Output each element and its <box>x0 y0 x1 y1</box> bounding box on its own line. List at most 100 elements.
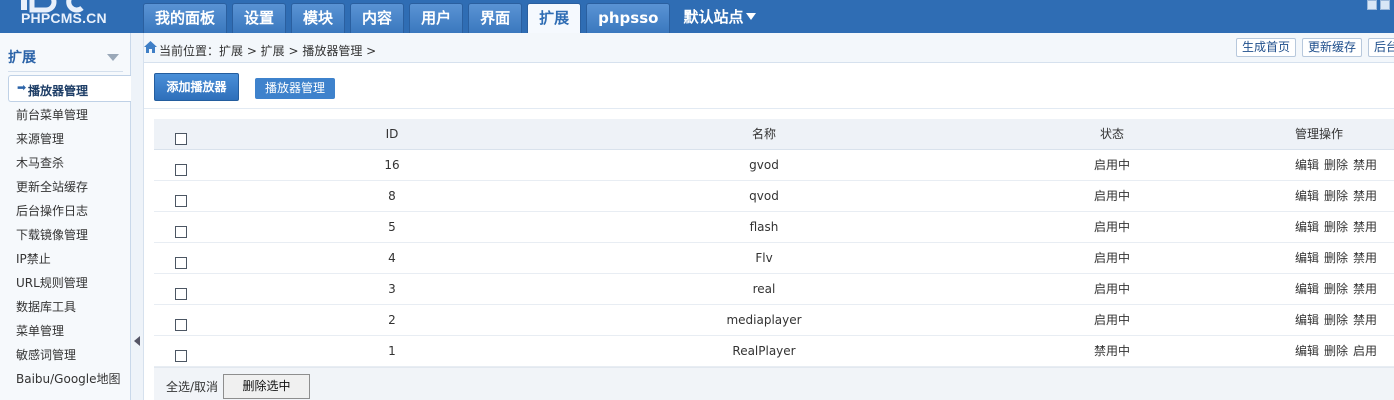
column-header-name: 名称 <box>751 127 777 141</box>
table-row: 4 Flv 启用中 编辑 删除 禁用 <box>154 243 1394 274</box>
add-player-button[interactable]: 添加播放器 <box>154 73 239 101</box>
delete-link[interactable]: 删除 <box>1324 251 1348 265</box>
row-status: 启用中 <box>1093 251 1131 265</box>
table-footer: 全选/取消 删除选中 <box>154 367 1394 400</box>
player-management-button[interactable]: 播放器管理 <box>255 78 335 99</box>
table-row: 5 flash 启用中 编辑 删除 禁用 <box>154 212 1394 243</box>
tab-phpsso[interactable]: phpsso <box>586 3 671 33</box>
breadcrumb-bar: 当前位置：扩展 > 扩展 > 播放器管理 > 生成首页 更新缓存 后台 <box>144 33 1394 63</box>
toggle-link[interactable]: 禁用 <box>1353 220 1377 234</box>
select-all-toggle[interactable]: 全选/取消 <box>166 378 218 395</box>
sidebar-item-download-mirror[interactable]: 下载镜像管理 <box>16 227 121 251</box>
row-checkbox[interactable] <box>175 350 187 362</box>
sidebar-item-trojan-scan[interactable]: 木马查杀 <box>16 155 121 179</box>
row-status: 启用中 <box>1093 158 1131 172</box>
sidebar-divider <box>8 71 123 72</box>
sidebar-collapse-strip[interactable] <box>131 33 144 400</box>
toggle-link[interactable]: 禁用 <box>1353 282 1377 296</box>
row-checkbox[interactable] <box>175 257 187 269</box>
home-icon <box>144 41 157 53</box>
row-name: Flv <box>755 251 773 265</box>
toggle-link[interactable]: 禁用 <box>1353 313 1377 327</box>
row-id: 3 <box>388 282 396 296</box>
main-content: 当前位置：扩展 > 扩展 > 播放器管理 > 生成首页 更新缓存 后台 添加播放… <box>144 33 1394 400</box>
edit-link[interactable]: 编辑 <box>1295 344 1319 358</box>
backend-button[interactable]: 后台 <box>1368 38 1394 57</box>
update-cache-button[interactable]: 更新缓存 <box>1302 38 1363 57</box>
row-name: qvod <box>749 189 779 203</box>
tab-my-panel[interactable]: 我的面板 <box>143 3 228 33</box>
edit-link[interactable]: 编辑 <box>1295 158 1319 172</box>
chevron-down-icon <box>746 13 757 20</box>
row-status: 启用中 <box>1093 189 1131 203</box>
select-all-checkbox[interactable] <box>175 133 187 145</box>
delete-link[interactable]: 删除 <box>1324 344 1348 358</box>
tab-content[interactable]: 内容 <box>350 3 405 33</box>
collapse-left-icon[interactable] <box>134 336 140 346</box>
delete-link[interactable]: 删除 <box>1324 158 1348 172</box>
row-name: mediaplayer <box>726 313 802 327</box>
sidebar-item-frontend-menu[interactable]: 前台菜单管理 <box>16 107 121 131</box>
edit-link[interactable]: 编辑 <box>1295 251 1319 265</box>
row-checkbox[interactable] <box>175 195 187 207</box>
sidebar-item-admin-log[interactable]: 后台操作日志 <box>16 203 121 227</box>
column-header-id: ID <box>385 127 399 141</box>
toggle-link[interactable]: 启用 <box>1353 344 1377 358</box>
player-table: ID 名称 状态 管理操作 16 gvod 启用中 编辑 删除 禁用 8 qvod … <box>154 119 1394 367</box>
edit-link[interactable]: 编辑 <box>1295 313 1319 327</box>
tab-modules[interactable]: 模块 <box>291 3 346 33</box>
row-id: 8 <box>388 189 396 203</box>
table-row: 8 qvod 启用中 编辑 删除 禁用 <box>154 181 1394 212</box>
toggle-link[interactable]: 禁用 <box>1353 158 1377 172</box>
table-row: 1 RealPlayer 禁用中 编辑 删除 启用 <box>154 336 1394 367</box>
sidebar-item-url-rules[interactable]: URL规则管理 <box>16 275 121 299</box>
row-id: 16 <box>384 158 400 172</box>
sidebar-item-database-tools[interactable]: 数据库工具 <box>16 299 121 323</box>
sidebar-item-player-management[interactable]: ➡ 播放器管理 <box>8 75 131 102</box>
tab-settings[interactable]: 设置 <box>232 3 287 33</box>
sidebar-item-sensitive-words[interactable]: 敏感词管理 <box>16 347 121 371</box>
window-controls <box>1367 0 1390 10</box>
row-checkbox[interactable] <box>175 164 187 176</box>
generate-homepage-button[interactable]: 生成首页 <box>1236 38 1297 57</box>
row-status: 禁用中 <box>1093 344 1131 358</box>
delete-link[interactable]: 删除 <box>1324 313 1348 327</box>
main-nav-tabs: 我的面板 设置 模块 内容 用户 界面 扩展 phpsso 默认站点 <box>143 3 769 34</box>
edit-link[interactable]: 编辑 <box>1295 220 1319 234</box>
column-header-status: 状态 <box>1099 127 1125 141</box>
tab-users[interactable]: 用户 <box>409 3 464 33</box>
tab-extensions[interactable]: 扩展 <box>527 3 582 34</box>
close-icon[interactable] <box>1380 0 1390 10</box>
action-row: 添加播放器 播放器管理 <box>144 63 1394 109</box>
maximize-icon[interactable] <box>1367 0 1377 10</box>
logo[interactable]: PHPCMS.CN <box>0 0 130 33</box>
site-selector-label: 默认站点 <box>683 8 744 26</box>
sidebar-item-menu-management[interactable]: 菜单管理 <box>16 323 121 347</box>
sidebar-item-ip-ban[interactable]: IP禁止 <box>16 251 121 275</box>
row-id: 4 <box>388 251 396 265</box>
row-checkbox[interactable] <box>175 288 187 300</box>
sidebar-item-maps[interactable]: Baibu/Google地图 <box>16 371 121 395</box>
edit-link[interactable]: 编辑 <box>1295 189 1319 203</box>
column-header-operations: 管理操作 <box>1295 127 1344 141</box>
collapse-section-icon[interactable] <box>107 54 119 61</box>
tab-interface[interactable]: 界面 <box>468 3 523 33</box>
site-selector[interactable]: 默认站点 <box>675 3 764 33</box>
sidebar-menu: 前台菜单管理 来源管理 木马查杀 更新全站缓存 后台操作日志 下载镜像管理 IP… <box>16 107 121 395</box>
row-name: gvod <box>749 158 779 172</box>
toggle-link[interactable]: 禁用 <box>1353 251 1377 265</box>
sidebar-item-source[interactable]: 来源管理 <box>16 131 121 155</box>
row-checkbox[interactable] <box>175 226 187 238</box>
quick-actions: 生成首页 更新缓存 后台 <box>1236 38 1394 57</box>
table-row: 2 mediaplayer 启用中 编辑 删除 禁用 <box>154 305 1394 336</box>
sidebar-title: 扩展 <box>8 50 36 66</box>
sidebar: 扩展 ➡ 播放器管理 前台菜单管理 来源管理 木马查杀 更新全站缓存 后台操作日… <box>0 33 131 400</box>
edit-link[interactable]: 编辑 <box>1295 282 1319 296</box>
row-checkbox[interactable] <box>175 319 187 331</box>
delete-selected-button[interactable]: 删除选中 <box>223 374 310 399</box>
delete-link[interactable]: 删除 <box>1324 220 1348 234</box>
delete-link[interactable]: 删除 <box>1324 189 1348 203</box>
sidebar-item-update-cache[interactable]: 更新全站缓存 <box>16 179 121 203</box>
delete-link[interactable]: 删除 <box>1324 282 1348 296</box>
toggle-link[interactable]: 禁用 <box>1353 189 1377 203</box>
